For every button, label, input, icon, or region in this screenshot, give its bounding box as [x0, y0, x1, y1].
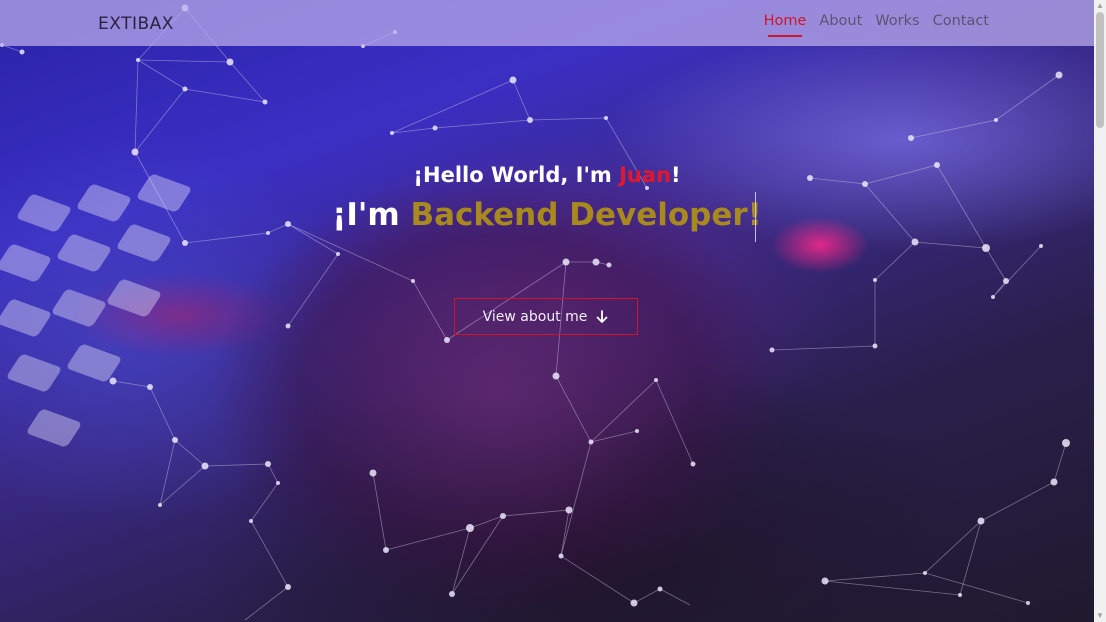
- main-nav: Home About Works Contact: [764, 13, 989, 37]
- role-job-title: Backend Developer!: [410, 197, 762, 233]
- cta-label: View about me: [482, 308, 588, 325]
- scroll-up-arrow-icon[interactable]: ▲: [1096, 1, 1104, 11]
- scrollbar-thumb[interactable]: [1096, 12, 1104, 128]
- page-scrollbar[interactable]: ▲ ▼: [1094, 0, 1106, 622]
- nav-link-about[interactable]: About: [819, 13, 862, 33]
- role-prefix: ¡I'm: [332, 197, 411, 233]
- nav-link-works[interactable]: Works: [875, 13, 919, 33]
- greeting-prefix: ¡Hello World, I'm: [413, 163, 620, 187]
- greeting-name: Juan: [619, 163, 671, 187]
- scroll-down-arrow-icon[interactable]: ▼: [1096, 611, 1104, 621]
- hero-section: ¡Hello World, I'm Juan! ¡I'm Backend Dev…: [0, 0, 1094, 622]
- typing-caret: [755, 192, 756, 242]
- nav-link-home[interactable]: Home: [764, 13, 806, 37]
- hero-role-heading: ¡I'm Backend Developer!: [0, 197, 1094, 233]
- nav-link-contact[interactable]: Contact: [933, 13, 989, 33]
- greeting-suffix: !: [671, 163, 681, 187]
- hero-greeting: ¡Hello World, I'm Juan!: [0, 163, 1094, 187]
- arrow-down-icon: [596, 309, 608, 323]
- top-navbar: EXTIBAX Home About Works Contact: [0, 0, 1094, 46]
- brand-logo[interactable]: EXTIBAX: [98, 14, 174, 34]
- view-about-me-button[interactable]: View about me: [454, 298, 638, 335]
